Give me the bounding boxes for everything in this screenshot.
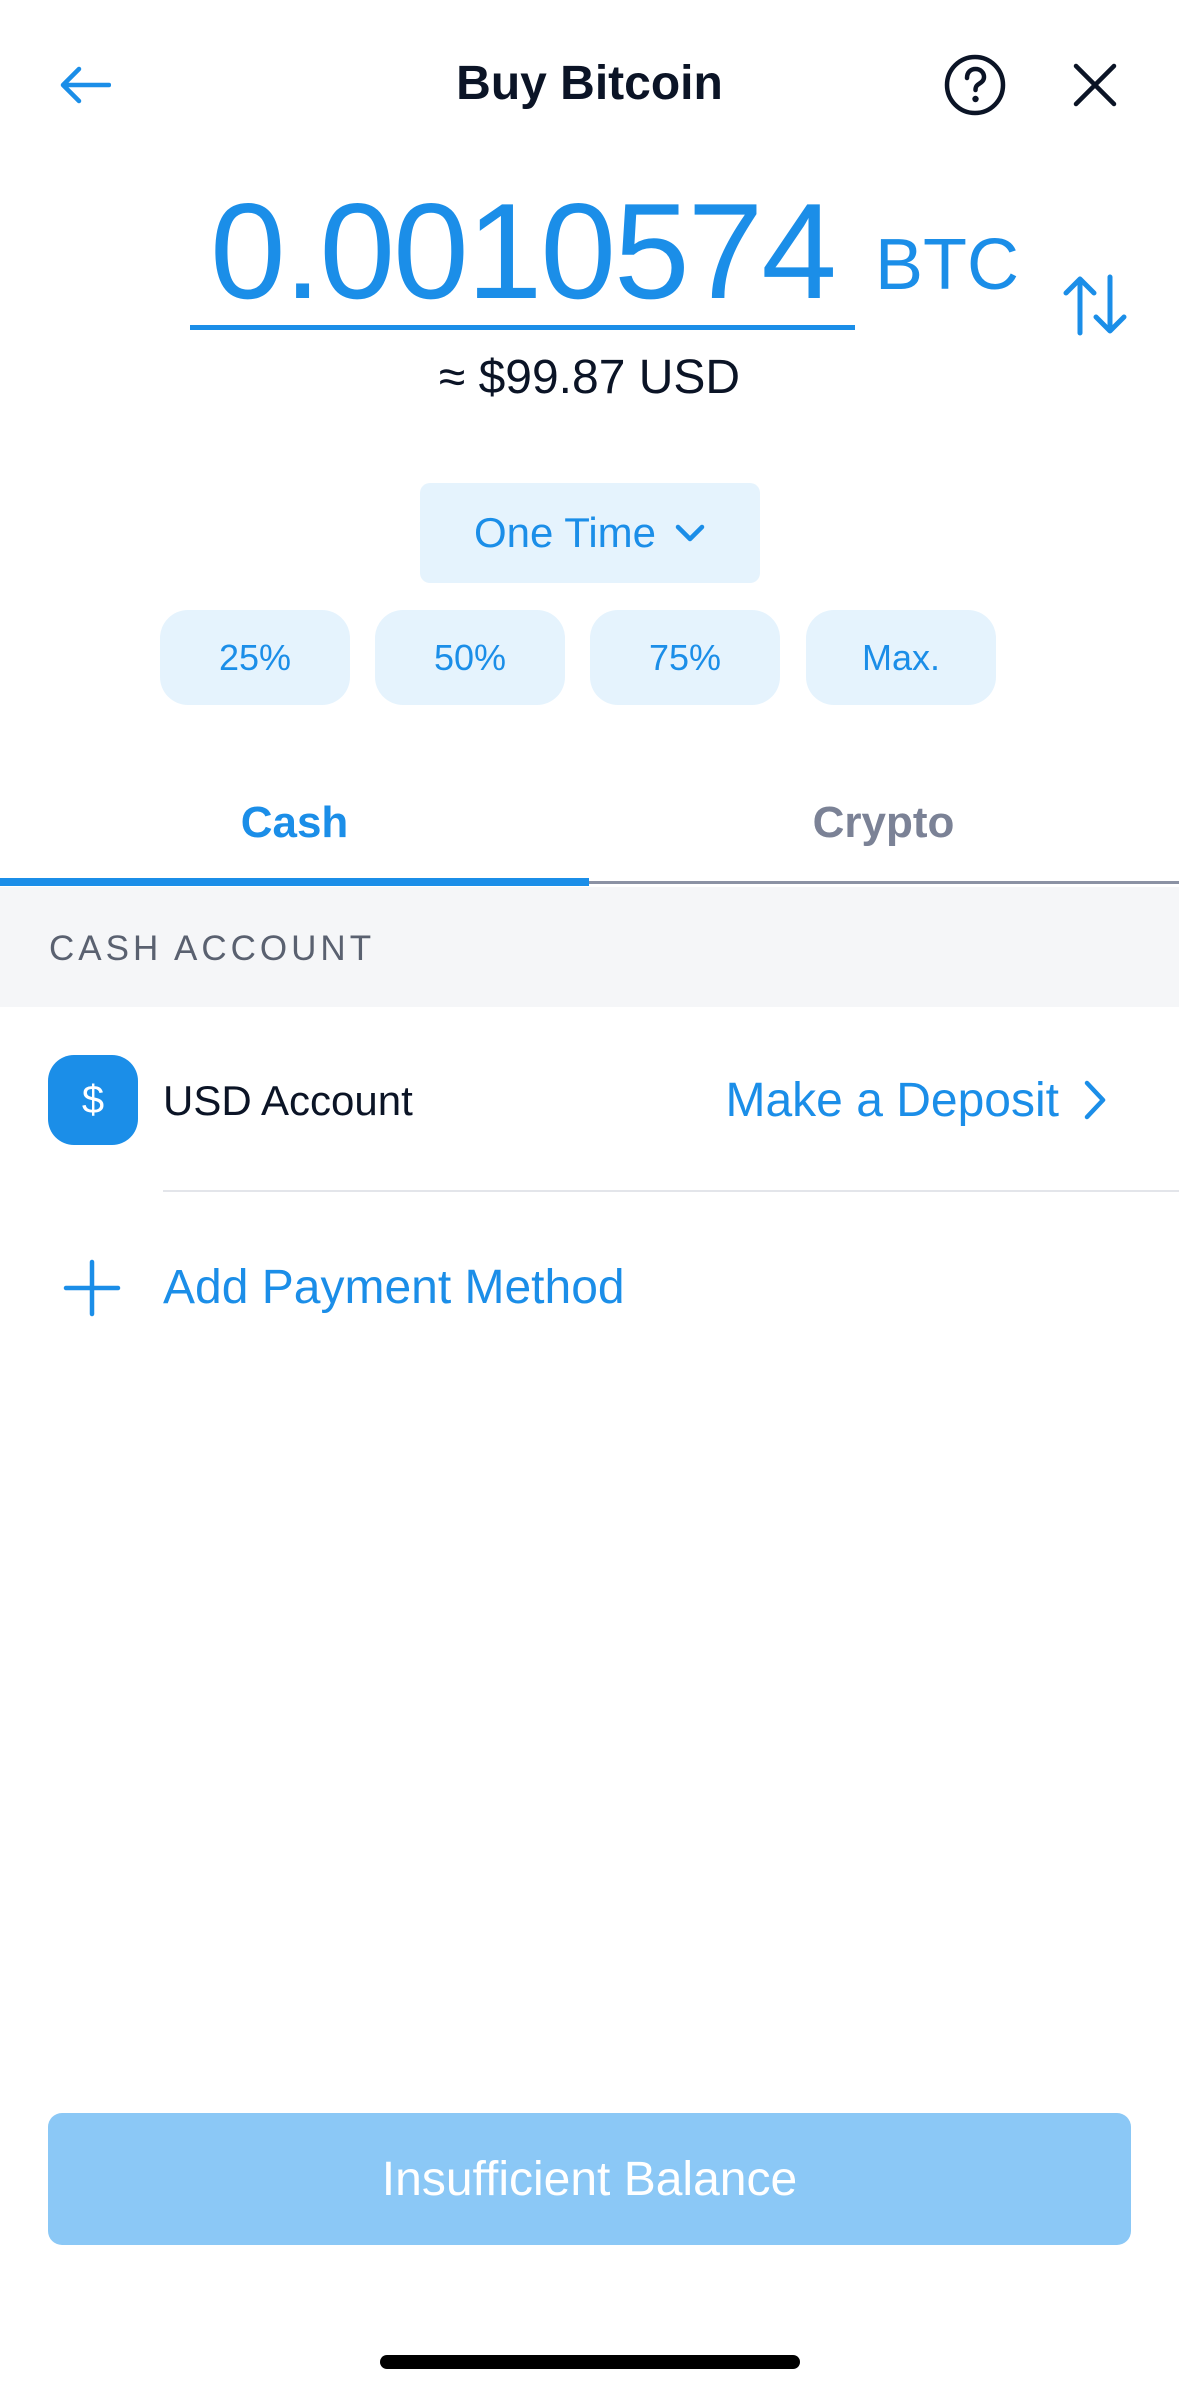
tab-active-indicator bbox=[0, 878, 589, 886]
frequency-label: One Time bbox=[473, 509, 657, 556]
amount-value: 0.0010574 bbox=[210, 175, 837, 327]
chevron-right-icon bbox=[1075, 1073, 1115, 1127]
section-header: CASH ACCOUNT bbox=[0, 887, 1179, 1007]
make-deposit-link[interactable]: Make a Deposit bbox=[726, 1073, 1060, 1128]
currency-label: BTC bbox=[875, 225, 1019, 305]
question-circle-icon bbox=[944, 54, 1006, 116]
usd-equivalent: ≈ $99.87 USD bbox=[438, 351, 741, 404]
percent-25-button[interactable]: 25% bbox=[160, 610, 350, 705]
percent-buttons: 25% 50% 75% Max. bbox=[160, 610, 1000, 705]
payment-tabs: Cash Crypto bbox=[0, 760, 1179, 886]
row-divider bbox=[163, 1190, 1179, 1192]
home-indicator bbox=[380, 2355, 800, 2369]
plus-icon bbox=[63, 1259, 121, 1317]
percent-max-button[interactable]: Max. bbox=[806, 610, 996, 705]
percent-50-button[interactable]: 50% bbox=[375, 610, 565, 705]
buy-bitcoin-screen: Buy Bitcoin 0.0010574 BTC ≈ $99.87 USD O… bbox=[0, 0, 1179, 2396]
percent-75-button[interactable]: 75% bbox=[590, 610, 780, 705]
section-title: CASH ACCOUNT bbox=[49, 929, 376, 968]
usd-account-row[interactable]: $ USD Account Make a Deposit bbox=[0, 1007, 1179, 1192]
chevron-down-icon bbox=[675, 524, 705, 542]
account-name: USD Account bbox=[163, 1077, 413, 1124]
tab-crypto[interactable]: Crypto bbox=[589, 760, 1178, 886]
header: Buy Bitcoin bbox=[0, 0, 1179, 170]
close-icon bbox=[1073, 63, 1117, 107]
frequency-dropdown[interactable]: One Time bbox=[420, 483, 760, 583]
help-button[interactable] bbox=[940, 50, 1010, 120]
add-payment-method-button[interactable]: Add Payment Method bbox=[0, 1230, 1179, 1340]
swap-currency-button[interactable] bbox=[1055, 265, 1135, 345]
close-button[interactable] bbox=[1060, 50, 1130, 120]
insufficient-balance-button[interactable]: Insufficient Balance bbox=[48, 2113, 1131, 2245]
dollar-icon: $ bbox=[48, 1055, 138, 1145]
swap-vertical-icon bbox=[1063, 274, 1127, 336]
tab-cash[interactable]: Cash bbox=[0, 760, 589, 886]
add-payment-label: Add Payment Method bbox=[163, 1261, 625, 1314]
amount-input[interactable]: 0.0010574 bbox=[190, 183, 855, 330]
